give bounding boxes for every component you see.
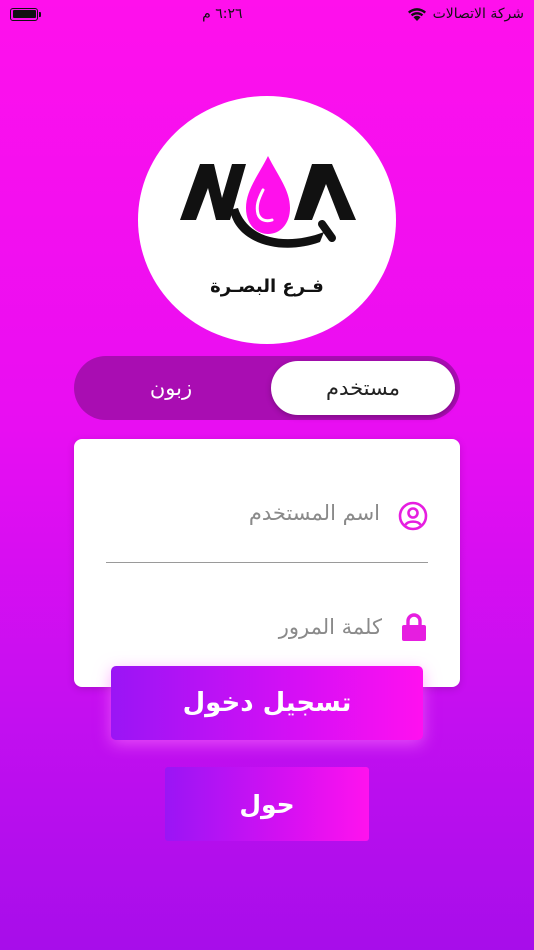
toggle-option-user[interactable]: مستخدم — [271, 361, 455, 415]
toggle-option-customer[interactable]: زبون — [79, 361, 263, 415]
username-field — [106, 471, 428, 563]
about-button[interactable]: حول — [165, 767, 369, 841]
lock-icon — [400, 612, 428, 642]
status-right: شركة الاتصالات — [407, 6, 524, 22]
user-type-toggle[interactable]: مستخدم زبون — [74, 356, 460, 420]
login-button[interactable]: تسجيل دخول — [111, 666, 423, 740]
user-circle-icon — [398, 501, 428, 531]
password-field — [106, 597, 428, 657]
login-form-card — [74, 439, 460, 687]
carrier-name: شركة الاتصالات — [432, 6, 524, 22]
logo-circle: فـرع البصـرة — [138, 96, 396, 344]
username-input[interactable] — [106, 501, 380, 525]
wifi-icon — [407, 7, 426, 21]
status-time: ٦:٢٦ م — [202, 6, 243, 22]
logo-caption: فـرع البصـرة — [210, 276, 324, 297]
status-bar: ٦:٢٦ م شركة الاتصالات — [0, 0, 534, 28]
brand-logo-icon — [180, 156, 356, 248]
battery-icon — [10, 7, 41, 21]
password-input[interactable] — [114, 615, 382, 639]
